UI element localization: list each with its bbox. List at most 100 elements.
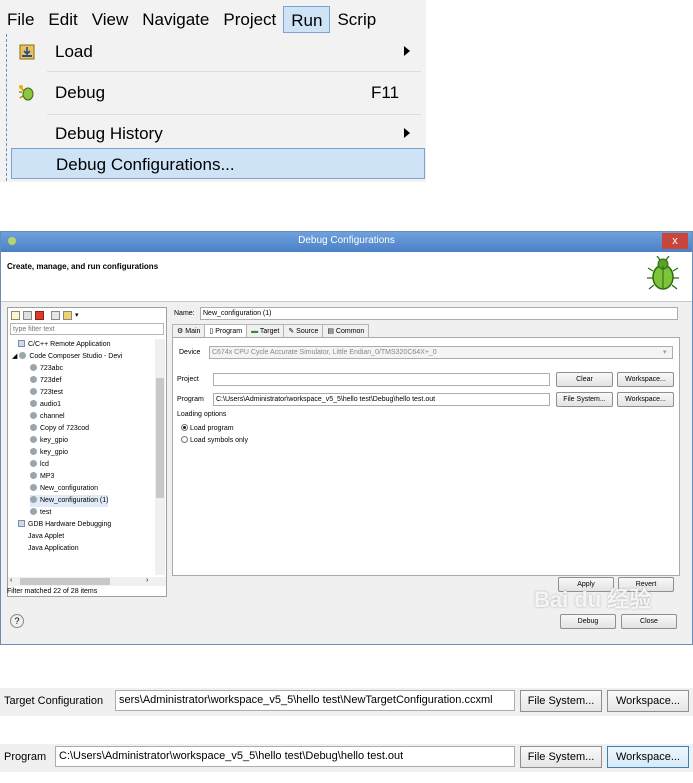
config-tabs: ⚙ Main ▯ Program ▬ Target ✎ Source ▤ Com… bbox=[172, 324, 680, 338]
tab-label: Target bbox=[259, 328, 280, 335]
expand-arrow-icon[interactable]: ◢ bbox=[12, 353, 19, 360]
tree-item[interactable]: Copy of 723cod bbox=[30, 423, 89, 435]
filter-input[interactable]: type filter text bbox=[10, 323, 164, 335]
program-filesystem-button[interactable]: File System... bbox=[556, 392, 613, 407]
menu-run[interactable]: Run bbox=[283, 6, 331, 33]
delete-icon[interactable] bbox=[35, 310, 44, 320]
close-button[interactable]: Close bbox=[621, 614, 677, 629]
menu-file[interactable]: File bbox=[0, 6, 41, 33]
menu-edit[interactable]: Edit bbox=[41, 6, 84, 33]
device-label: Device bbox=[179, 349, 201, 356]
filter-status: Filter matched 22 of 28 items bbox=[7, 588, 98, 595]
tree-item[interactable]: ◢ Code Composer Studio - Devi bbox=[12, 351, 122, 363]
tab-source[interactable]: ✎ Source bbox=[283, 324, 324, 337]
menu-item-debug-history[interactable]: Debug History bbox=[11, 118, 425, 149]
tree-item[interactable]: GDB Hardware Debugging bbox=[18, 519, 111, 531]
program-row-workspace-button[interactable]: Workspace... bbox=[607, 746, 689, 768]
tree-item[interactable]: New_configuration bbox=[30, 483, 98, 495]
menu-script[interactable]: Scrip bbox=[330, 6, 383, 33]
tree-item-selected[interactable]: New_configuration (1) bbox=[30, 495, 109, 507]
tab-program[interactable]: ▯ Program bbox=[204, 324, 248, 337]
tree-item-label: Copy of 723cod bbox=[40, 425, 90, 432]
scroll-left-icon[interactable]: ‹ bbox=[10, 577, 12, 584]
submenu-arrow-icon bbox=[404, 128, 410, 138]
menu-project[interactable]: Project bbox=[216, 6, 283, 33]
tree-item-label: New_configuration bbox=[40, 485, 98, 492]
close-icon[interactable]: x bbox=[662, 233, 688, 249]
radio-label: Load program bbox=[190, 425, 234, 432]
config-icon bbox=[30, 436, 37, 443]
duplicate-icon[interactable] bbox=[23, 310, 32, 320]
dialog-titlebar[interactable]: Debug Configurations x bbox=[1, 232, 692, 252]
menu-item-load[interactable]: Load bbox=[11, 36, 425, 67]
target-config-field[interactable]: sers\Administrator\workspace_v5_5\hello … bbox=[115, 690, 515, 711]
project-field[interactable] bbox=[213, 373, 550, 386]
bug-icon bbox=[647, 256, 679, 290]
tree-item-label: GDB Hardware Debugging bbox=[28, 521, 112, 528]
menu-item-debug[interactable]: Debug F11 bbox=[11, 77, 425, 108]
new-config-icon[interactable] bbox=[11, 310, 20, 320]
program-row-field[interactable]: C:\Users\Administrator\workspace_v5_5\he… bbox=[55, 746, 515, 767]
tree-item[interactable]: 723test bbox=[30, 387, 63, 399]
program-row-label: Program bbox=[4, 751, 47, 763]
device-select[interactable]: C674x CPU Cycle Accurate Simulator, Litt… bbox=[209, 346, 673, 359]
horizontal-scroll-thumb[interactable] bbox=[20, 578, 110, 585]
tree-item[interactable]: test bbox=[30, 507, 51, 519]
tree-item[interactable]: key_gpio bbox=[30, 435, 68, 447]
tree-item[interactable]: key_gpio bbox=[30, 447, 68, 459]
program-workspace-button[interactable]: Workspace... bbox=[617, 392, 674, 407]
tree-item[interactable]: 723abc bbox=[30, 363, 63, 375]
menu-navigate[interactable]: Navigate bbox=[135, 6, 216, 33]
project-workspace-button[interactable]: Workspace... bbox=[617, 372, 674, 387]
config-icon bbox=[30, 460, 37, 467]
tree-item-label: Java Applet bbox=[28, 533, 65, 540]
tab-common[interactable]: ▤ Common bbox=[322, 324, 370, 337]
tree-item-label: New_configuration (1) bbox=[40, 497, 109, 504]
debug-configurations-dialog: Debug Configurations x Create, manage, a… bbox=[0, 231, 693, 645]
config-icon bbox=[30, 484, 37, 491]
debug-button[interactable]: Debug bbox=[560, 614, 616, 629]
program-field[interactable]: C:\Users\Administrator\workspace_v5_5\he… bbox=[213, 393, 550, 406]
tree-item-label: Java Application bbox=[28, 545, 79, 552]
vertical-scroll-thumb[interactable] bbox=[156, 378, 164, 498]
help-icon[interactable]: ? bbox=[10, 614, 24, 628]
menu-view[interactable]: View bbox=[85, 6, 136, 33]
name-field[interactable]: New_configuration (1) bbox=[200, 307, 678, 320]
load-program-radio[interactable]: Load program bbox=[181, 424, 234, 432]
tree-item[interactable]: MP3 bbox=[30, 471, 54, 483]
menu-item-label: Load bbox=[55, 42, 93, 61]
filter-icon[interactable] bbox=[63, 310, 72, 320]
menu-item-debug-configurations[interactable]: Debug Configurations... bbox=[11, 148, 425, 179]
program-label: Program bbox=[177, 396, 204, 403]
tab-main[interactable]: ⚙ Main bbox=[172, 324, 206, 337]
scroll-right-icon[interactable]: › bbox=[146, 577, 148, 584]
target-filesystem-button[interactable]: File System... bbox=[520, 690, 602, 712]
tree-item[interactable]: 723def bbox=[30, 375, 61, 387]
tree-item[interactable]: lcd bbox=[30, 459, 49, 471]
tree-item-label: 723test bbox=[40, 389, 63, 396]
target-workspace-button[interactable]: Workspace... bbox=[607, 690, 689, 712]
program-row-filesystem-button[interactable]: File System... bbox=[520, 746, 602, 768]
tree-item[interactable]: Java Application bbox=[28, 543, 79, 555]
tree-item[interactable]: channel bbox=[30, 411, 65, 423]
tree-item[interactable]: audio1 bbox=[30, 399, 61, 411]
collapse-all-icon[interactable] bbox=[51, 310, 60, 320]
load-symbols-radio[interactable]: Load symbols only bbox=[181, 436, 248, 444]
chevron-down-icon[interactable]: ▾ bbox=[663, 348, 667, 356]
tree-item[interactable]: Java Applet bbox=[28, 531, 64, 543]
tree-item[interactable]: C/C++ Remote Application bbox=[18, 339, 111, 351]
loading-options-label: Loading options bbox=[177, 411, 227, 418]
dialog-header: Create, manage, and run configurations bbox=[1, 252, 692, 302]
tab-label: Source bbox=[296, 328, 319, 335]
config-icon bbox=[30, 496, 37, 503]
tree-item-label: audio1 bbox=[40, 401, 62, 408]
tab-target[interactable]: ▬ Target bbox=[246, 324, 285, 337]
config-icon bbox=[30, 388, 37, 395]
main-tab-icon: ⚙ bbox=[177, 328, 186, 335]
menu-separator bbox=[47, 71, 421, 72]
menu-item-label: Debug Configurations... bbox=[56, 155, 235, 174]
clear-button[interactable]: Clear bbox=[556, 372, 613, 387]
tree-item-label: channel bbox=[40, 413, 65, 420]
configuration-tree: C/C++ Remote Application ◢ Code Composer… bbox=[8, 339, 156, 575]
chevron-down-icon[interactable]: ▾ bbox=[75, 311, 79, 319]
